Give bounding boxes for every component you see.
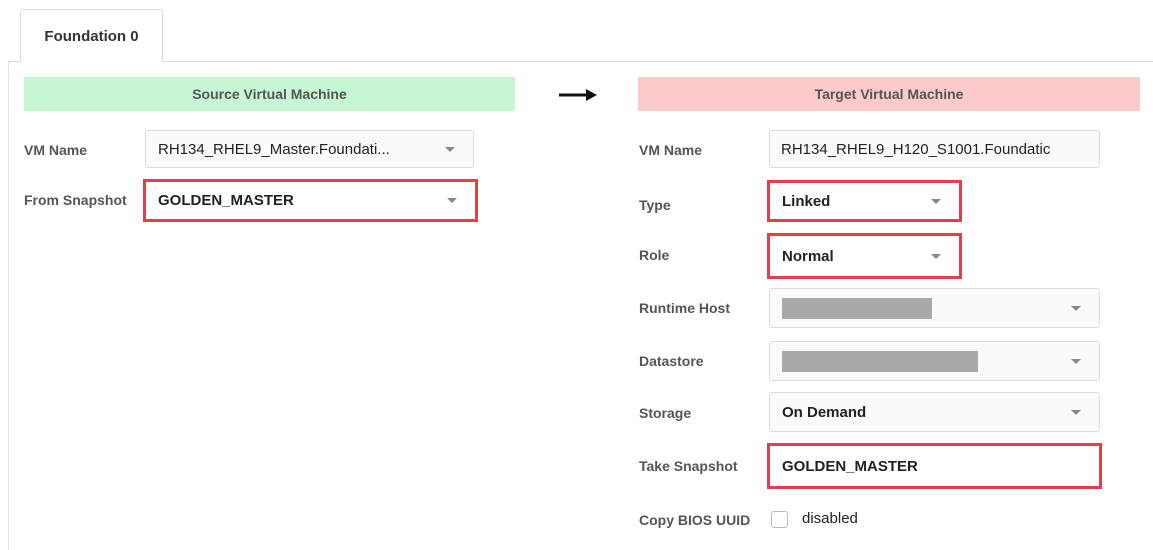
source-vm-header: Source Virtual Machine: [24, 77, 515, 111]
tab-foundation-0[interactable]: Foundation 0: [20, 9, 163, 62]
tab-divider: [8, 61, 1153, 62]
datastore-value: [782, 350, 1061, 372]
chevron-down-icon: [1071, 409, 1081, 415]
target-type-label: Type: [639, 197, 671, 213]
target-vm-header-text: Target Virtual Machine: [814, 86, 964, 102]
chevron-down-icon: [1071, 305, 1081, 311]
redacted-value: [782, 297, 932, 319]
target-type-select[interactable]: Linked: [767, 180, 962, 222]
tab-label: Foundation 0: [44, 27, 139, 45]
target-storage-value: On Demand: [782, 403, 867, 421]
target-take-snapshot-value: GOLDEN_MASTER: [782, 457, 918, 475]
target-type-value: Linked: [782, 192, 831, 210]
source-snapshot-value: GOLDEN_MASTER: [158, 192, 294, 209]
chevron-down-icon: [445, 146, 455, 152]
source-vm-name-label: VM Name: [24, 142, 88, 158]
target-vm-name-input[interactable]: RH134_RHEL9_H120_S1001.Foundatic: [769, 130, 1100, 168]
source-vm-header-text: Source Virtual Machine: [192, 86, 347, 102]
target-vm-header: Target Virtual Machine: [638, 77, 1140, 111]
chevron-down-icon: [931, 253, 941, 259]
copy-bios-uuid-label: Copy BIOS UUID: [639, 512, 751, 528]
target-vm-name-value: RH134_RHEL9_H120_S1001.Foundatic: [781, 140, 1051, 158]
target-runtime-host-label: Runtime Host: [639, 300, 730, 316]
source-snapshot-label: From Snapshot: [24, 192, 127, 208]
source-vm-name-select[interactable]: RH134_RHEL9_Master.Foundati...: [145, 130, 474, 168]
panel-left-border: [8, 61, 9, 550]
runtime-host-value: [782, 297, 1061, 319]
source-vm-name-value: RH134_RHEL9_Master.Foundati...: [158, 140, 390, 158]
right-arrow-icon: [559, 89, 597, 101]
target-datastore-select[interactable]: [769, 341, 1100, 381]
source-snapshot-select[interactable]: GOLDEN_MASTER: [143, 179, 478, 222]
target-vm-name-label: VM Name: [639, 142, 703, 158]
copy-bios-uuid-checkbox[interactable]: [771, 511, 788, 528]
target-datastore-label: Datastore: [639, 353, 704, 369]
target-role-value: Normal: [782, 247, 834, 265]
redacted-value: [782, 350, 978, 372]
target-runtime-host-select[interactable]: [769, 288, 1100, 328]
chevron-down-icon: [447, 198, 457, 203]
target-storage-label: Storage: [639, 405, 692, 421]
target-take-snapshot-input[interactable]: GOLDEN_MASTER: [767, 443, 1102, 489]
target-take-snapshot-label: Take Snapshot: [639, 458, 738, 474]
target-role-label: Role: [639, 247, 670, 263]
chevron-down-icon: [931, 198, 941, 204]
target-role-select[interactable]: Normal: [767, 233, 962, 279]
chevron-down-icon: [1071, 358, 1081, 364]
target-storage-select[interactable]: On Demand: [769, 392, 1100, 432]
copy-bios-uuid-state: disabled: [802, 510, 858, 527]
